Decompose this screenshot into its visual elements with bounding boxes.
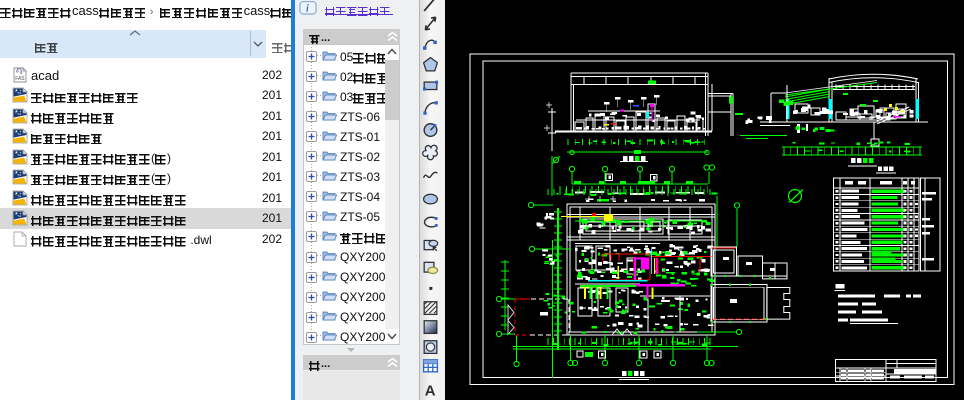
svg-text:FAS: FAS <box>15 76 25 82</box>
svg-text:i: i <box>306 4 309 15</box>
svg-text:A: A <box>425 382 436 399</box>
